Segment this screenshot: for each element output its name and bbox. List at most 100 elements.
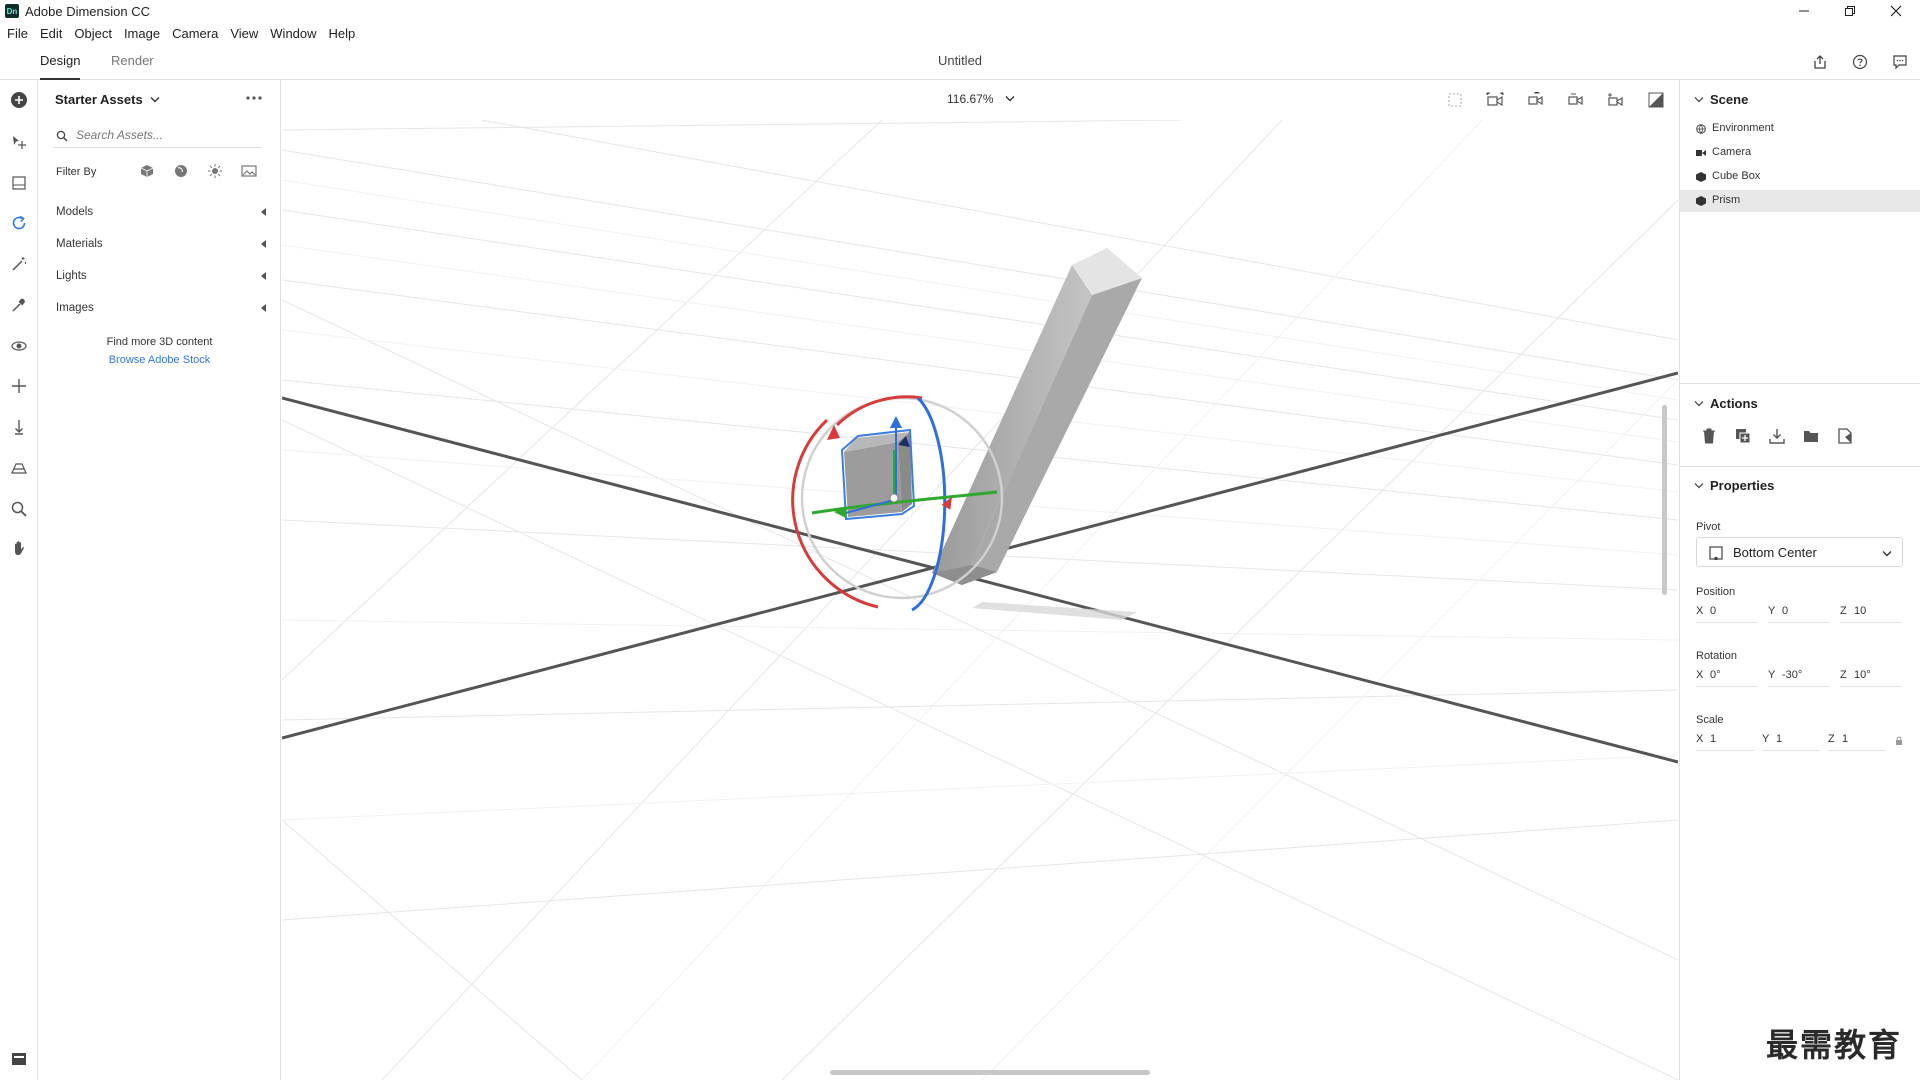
scale-z-field[interactable]: Z1 [1828,729,1886,751]
canvas-area[interactable]: 116.67% [282,80,1678,1080]
scene-item-camera[interactable]: Camera [1680,142,1920,164]
duplicate-button[interactable] [1733,426,1753,446]
zoom-tool[interactable] [8,498,30,520]
delete-button[interactable] [1699,426,1719,446]
close-button[interactable] [1876,0,1916,22]
vertical-scrollbar[interactable] [1662,405,1667,595]
place-on-ground-button[interactable] [1767,426,1787,446]
filter-materials-button[interactable] [172,162,190,180]
pivot-select[interactable]: Bottom Center [1696,537,1903,567]
filter-models-button[interactable] [138,162,156,180]
position-z-field[interactable]: Z 10 [1840,601,1902,623]
scale-y-value: 1 [1776,733,1783,745]
scene-title: Scene [1710,92,1749,107]
dolly-camera-tool[interactable] [8,416,30,438]
more-options-button[interactable] [245,88,263,106]
folder-icon [1804,431,1818,442]
panel-toggle-button[interactable] [8,1048,30,1070]
orbit-camera-tool[interactable] [8,335,30,357]
browse-adobe-stock-link[interactable]: Browse Adobe Stock [38,354,281,366]
dolly-icon [15,420,23,435]
menu-help[interactable]: Help [329,26,356,41]
axis-label: Z [1840,605,1847,617]
horizontal-scrollbar[interactable] [830,1070,1150,1075]
axis-label: Z [1840,669,1847,681]
eyedropper-tool[interactable] [8,294,30,316]
tab-render[interactable]: Render [111,44,154,80]
properties-section-header[interactable]: Properties [1694,478,1774,493]
select-tool[interactable] [8,131,30,153]
pivot-label: Pivot [1696,521,1721,533]
menu-view[interactable]: View [230,26,258,41]
add-button[interactable] [8,89,30,111]
minimize-button[interactable] [1784,0,1824,22]
filter-images-button[interactable] [240,162,258,180]
prism-shadow [972,602,1137,620]
group-button[interactable] [1801,426,1821,446]
menu-file[interactable]: File [7,26,28,41]
scene-item-prism[interactable]: Prism [1680,190,1920,212]
cube-icon [1696,172,1706,182]
share-button[interactable] [1810,52,1830,72]
chevron-down-icon [1694,483,1704,489]
category-models[interactable]: Models [56,206,266,226]
search-input[interactable] [74,127,254,143]
restore-button[interactable] [1830,0,1870,22]
cube-icon [1696,196,1706,206]
position-x-field[interactable]: X0 [1696,601,1758,623]
scale-label: Scale [1696,714,1724,726]
pan-camera-tool[interactable] [8,375,30,397]
category-materials[interactable]: Materials [56,238,266,258]
select-move-icon [13,136,26,149]
3d-viewport[interactable] [282,120,1678,1080]
help-button[interactable] [1850,52,1870,72]
hand-tool[interactable] [8,537,30,559]
scene-item-cube-box[interactable]: Cube Box [1680,166,1920,188]
rotation-z-field[interactable]: Z 10° [1840,665,1902,687]
app-logo: Dn [5,4,19,18]
category-lights[interactable]: Lights [56,270,266,290]
scale-x-field[interactable]: X1 [1696,729,1754,751]
more-icon [246,96,262,100]
tab-design[interactable]: Design [40,44,81,80]
feedback-button[interactable] [1890,52,1910,72]
assets-title: Starter Assets [55,92,143,107]
lock-icon[interactable] [1895,736,1903,746]
scale-y-field[interactable]: Y1 [1762,729,1820,751]
material-ball-icon [175,165,187,177]
align-button[interactable] [1835,426,1855,446]
menu-object[interactable]: Object [74,26,112,41]
assets-library-dropdown[interactable]: Starter Assets [55,92,160,107]
rotate-icon [12,215,26,230]
zoom-icon [11,501,27,517]
rotation-label: Rotation [1696,650,1737,662]
add-camera-icon[interactable] [1606,92,1624,108]
actions-section-header[interactable]: Actions [1694,396,1758,411]
undo-camera-icon[interactable] [1526,92,1544,108]
rotate-tool[interactable] [8,212,30,234]
floor-subgrid [282,120,1678,1080]
position-y-field[interactable]: Y0 [1768,601,1830,623]
redo-camera-icon[interactable] [1566,92,1584,108]
rotation-x-value: 0° [1710,669,1721,681]
fit-frame-icon[interactable] [1447,92,1463,108]
magic-wand-tool[interactable] [8,253,30,275]
filter-lights-button[interactable] [206,162,224,180]
category-images[interactable]: Images [56,302,266,322]
scene-item-environment[interactable]: Environment [1680,118,1920,140]
collapse-arrow-icon [261,208,266,216]
frame-tool[interactable] [8,172,30,194]
rotation-y-field[interactable]: Y -30° [1768,665,1830,687]
menu-window[interactable]: Window [270,26,316,41]
rotation-x-field[interactable]: X 0° [1696,665,1758,687]
menu-image[interactable]: Image [124,26,160,41]
menu-camera[interactable]: Camera [172,26,218,41]
zoom-dropdown[interactable]: 116.67% [947,92,1015,106]
pivot-value: Bottom Center [1733,545,1817,560]
axis-label: Y [1768,669,1776,681]
horizon-tool[interactable] [8,457,30,479]
camera-bookmark-icon[interactable] [1486,92,1504,108]
menu-edit[interactable]: Edit [40,26,62,41]
render-preview-icon[interactable] [1648,92,1664,108]
scene-section-header[interactable]: Scene [1694,92,1748,107]
